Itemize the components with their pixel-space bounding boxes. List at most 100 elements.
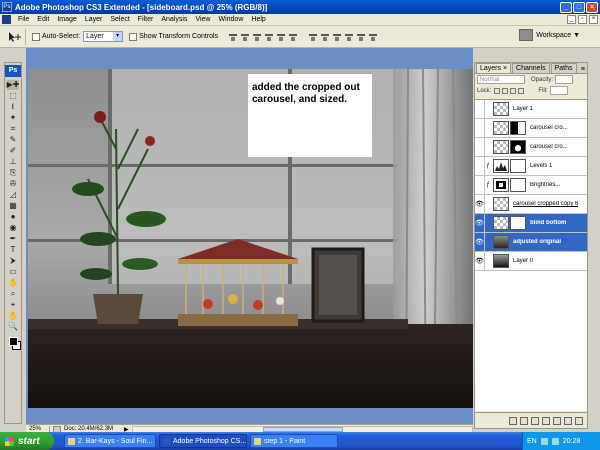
opacity-field[interactable] [555, 75, 574, 84]
auto-select-dropdown[interactable]: Layer ▾ [83, 31, 124, 42]
distribute-vcenter-icon[interactable] [320, 32, 330, 42]
lock-all-icon[interactable] [518, 87, 525, 94]
zoom-tool-icon[interactable]: 🔍 [7, 322, 19, 332]
lock-position-icon[interactable] [510, 87, 517, 94]
layer-mask-thumbnail[interactable] [510, 159, 526, 173]
move-tool-preset[interactable] [4, 28, 26, 45]
blur-tool-icon[interactable]: ● [7, 212, 19, 222]
layer-mask-thumbnail[interactable] [510, 140, 526, 154]
menu-edit[interactable]: Edit [33, 16, 53, 23]
distribute-top-icon[interactable] [308, 32, 318, 42]
doc-minimize-button[interactable]: _ [567, 15, 576, 24]
layer-row[interactable]: carousel cro... [475, 118, 587, 138]
clone-stamp-tool-icon[interactable]: ⎘ [7, 168, 19, 178]
dodge-tool-icon[interactable]: ◉ [7, 223, 19, 233]
menu-layer[interactable]: Layer [81, 16, 107, 23]
menu-image[interactable]: Image [53, 16, 80, 23]
eye-icon[interactable]: 👁 [475, 213, 485, 233]
3d-rotate-tool-icon[interactable]: ⌖ [7, 300, 19, 310]
layer-row[interactable]: carousel cro... [475, 137, 587, 157]
auto-select-checkbox[interactable] [32, 32, 40, 41]
path-selection-tool-icon[interactable]: ⮞ [7, 256, 19, 266]
brush-tool-icon[interactable]: ⊥ [7, 157, 19, 167]
layer-style-icon[interactable] [520, 416, 528, 425]
taskbar-item-photoshop[interactable]: Adobe Photoshop CS... [159, 434, 247, 448]
layer-row[interactable]: Layer 1 [475, 99, 587, 119]
visibility-toggle[interactable] [475, 156, 485, 176]
hand-tool-icon[interactable]: ✋ [7, 311, 19, 321]
menu-select[interactable]: Select [106, 16, 133, 23]
distribute-left-icon[interactable] [344, 32, 354, 42]
eye-icon[interactable]: 👁 [475, 194, 485, 214]
eye-icon[interactable]: 👁 [475, 251, 485, 271]
align-right-icon[interactable] [288, 32, 298, 42]
visibility-toggle[interactable] [475, 137, 485, 157]
distribute-hcenter-icon[interactable] [356, 32, 366, 42]
distribute-bottom-icon[interactable] [332, 32, 342, 42]
align-top-icon[interactable] [228, 32, 238, 42]
type-tool-icon[interactable]: T [7, 245, 19, 255]
distribute-right-icon[interactable] [368, 32, 378, 42]
adjustment-layer-icon[interactable] [542, 416, 550, 425]
maximize-button[interactable]: □ [573, 1, 585, 13]
start-button[interactable]: start [0, 432, 54, 450]
menu-help[interactable]: Help [247, 16, 269, 23]
volume-icon[interactable] [551, 437, 559, 445]
add-mask-icon[interactable] [531, 416, 539, 425]
layer-row[interactable]: ƒ Brightnes... [475, 175, 587, 195]
layer-mask-thumbnail[interactable] [510, 121, 526, 135]
align-vcenter-icon[interactable] [240, 32, 250, 42]
fill-field[interactable] [549, 86, 568, 95]
menu-window[interactable]: Window [214, 16, 247, 23]
layer-row-selected[interactable]: 👁 blind bottom [475, 213, 587, 233]
tab-layers[interactable]: Layers × [476, 63, 512, 73]
document-canvas[interactable]: added the cropped out carousel, and size… [28, 69, 473, 408]
tab-channels[interactable]: Channels [512, 63, 550, 73]
marquee-tool-icon[interactable]: ⬚ [7, 91, 19, 101]
close-button[interactable]: × [586, 1, 598, 13]
layer-mask-thumbnail[interactable] [510, 178, 526, 192]
visibility-toggle[interactable] [475, 118, 485, 138]
visibility-toggle[interactable] [475, 99, 485, 119]
crop-tool-icon[interactable]: ⌗ [7, 124, 19, 134]
menu-file[interactable]: File [14, 16, 33, 23]
minimize-button[interactable]: _ [560, 1, 572, 13]
menu-analysis[interactable]: Analysis [157, 16, 191, 23]
menu-filter[interactable]: Filter [134, 16, 158, 23]
eye-icon[interactable]: 👁 [475, 232, 485, 252]
lock-transparency-icon[interactable] [494, 87, 501, 94]
taskbar-item-music[interactable]: 2. Bar-Kays - Soul Fin... [64, 434, 156, 448]
tab-paths[interactable]: Paths [550, 63, 577, 73]
doc-close-button[interactable]: × [589, 15, 598, 24]
eraser-tool-icon[interactable]: ◿ [7, 190, 19, 200]
trash-icon[interactable] [575, 416, 583, 425]
eyedropper-tool-icon[interactable]: ⌕ [7, 289, 19, 299]
link-layers-icon[interactable] [509, 416, 517, 425]
align-left-icon[interactable] [264, 32, 274, 42]
doc-restore-button[interactable]: ▫ [578, 15, 587, 24]
lasso-tool-icon[interactable]: ℓ [7, 102, 19, 112]
show-transform-checkbox[interactable] [129, 32, 138, 41]
scrollbar-thumb[interactable] [262, 426, 343, 432]
healing-brush-tool-icon[interactable]: ✐ [7, 146, 19, 156]
shape-tool-icon[interactable]: ▭ [7, 267, 19, 277]
history-brush-tool-icon[interactable]: ✇ [7, 179, 19, 189]
align-hcenter-icon[interactable] [276, 32, 286, 42]
gradient-tool-icon[interactable]: ▦ [7, 201, 19, 211]
panel-menu-icon[interactable]: ≡ [581, 66, 587, 73]
foreground-color-swatch[interactable] [8, 337, 18, 346]
visibility-toggle[interactable] [475, 175, 485, 195]
menu-view[interactable]: View [191, 16, 214, 23]
notes-tool-icon[interactable]: ✋ [7, 278, 19, 288]
layer-row[interactable]: 👁 Layer 0 [475, 251, 587, 271]
taskbar-item-paint[interactable]: step 1 - Paint [250, 434, 338, 448]
new-group-icon[interactable] [553, 416, 561, 425]
language-indicator[interactable]: EN [527, 438, 537, 445]
layer-row[interactable]: 👁 carousel cropped copy 6 [475, 194, 587, 214]
layer-row[interactable]: ƒ Levels 1 [475, 156, 587, 176]
magic-wand-tool-icon[interactable]: ✦ [7, 113, 19, 123]
layer-mask-thumbnail[interactable] [510, 216, 526, 230]
pen-tool-icon[interactable]: ✒ [7, 234, 19, 244]
workspace-switcher[interactable]: Workspace ▼ [519, 29, 580, 41]
move-tool-icon[interactable]: ▶✚ [7, 80, 19, 90]
